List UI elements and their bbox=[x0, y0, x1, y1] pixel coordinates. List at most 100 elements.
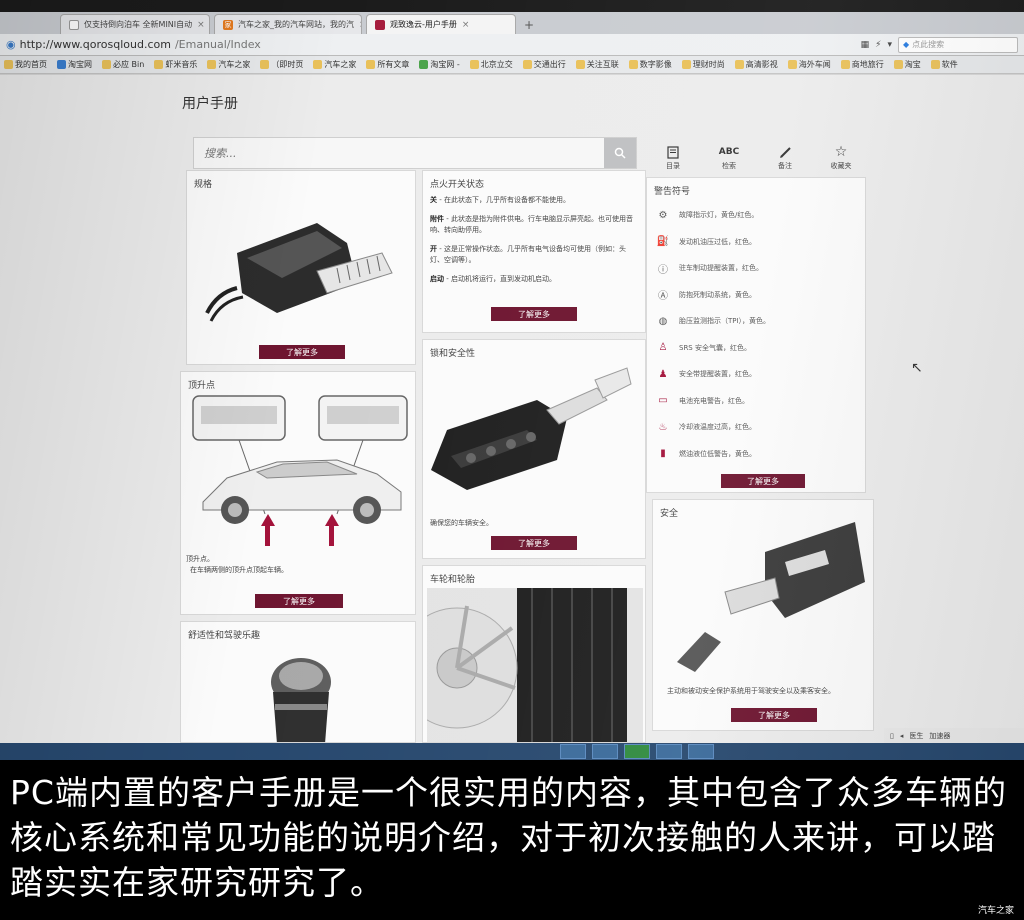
search-icon bbox=[614, 147, 626, 159]
bookmark-item[interactable]: 所有文章 bbox=[366, 59, 409, 70]
card-comfort[interactable]: 舒适性和驾驶乐趣 bbox=[180, 621, 416, 743]
taskbar-app-icon[interactable] bbox=[624, 744, 650, 759]
bookmark-item[interactable]: 虾米音乐 bbox=[154, 59, 197, 70]
bookmark-item[interactable]: 交通出行 bbox=[522, 59, 566, 70]
bookmark-item[interactable]: 必应 Bin bbox=[102, 59, 144, 70]
tab-label: 仅支持倒向泊车 全新MINI自动 bbox=[84, 20, 193, 29]
bookmark-item[interactable]: 海外车闻 bbox=[787, 59, 831, 70]
search-engine-icon: ◆ bbox=[903, 40, 910, 49]
card-safety[interactable]: 安全 主动和被动安全保护系统用于驾驶安全以及乘客安全。 了解更多 bbox=[652, 499, 874, 731]
card-jacking-points[interactable]: 顶升点 顶升点。 在车辆两侧的顶升点顶起车辆。 了解更多 bbox=[180, 371, 416, 615]
wheel-tire-illustration bbox=[427, 588, 643, 742]
learn-more-button[interactable]: 了解更多 bbox=[259, 345, 345, 359]
folder-icon bbox=[628, 60, 638, 69]
bookmark-item[interactable]: 淘宝 bbox=[893, 59, 921, 70]
warning-item[interactable]: Ⓐ 防抱死制动系统，黄色。 bbox=[655, 282, 855, 309]
search-input[interactable] bbox=[194, 138, 604, 168]
ignition-text: 关 - 在此状态下，几乎所有设备都不能使用。 附件 - 此状态是指为附件供电。行… bbox=[430, 195, 636, 285]
jack-point-arrow bbox=[325, 514, 339, 526]
bookmark-label: 汽车之家 bbox=[324, 60, 357, 69]
card-ignition[interactable]: 点火开关状态 关 - 在此状态下，几乎所有设备都不能使用。 附件 - 此状态是指… bbox=[422, 170, 646, 333]
warning-item[interactable]: ⓘ 驻车制动提醒装置，红色。 bbox=[655, 255, 855, 282]
tab-label: 观致逸云-用户手册 bbox=[390, 20, 457, 29]
lightning-icon[interactable]: ⚡ bbox=[875, 40, 881, 50]
warning-item[interactable]: ◍ 胎压监测指示（TPI），黄色。 bbox=[655, 308, 855, 335]
warning-item[interactable]: ♙ SRS 安全气囊，红色。 bbox=[655, 335, 855, 362]
qoros-icon bbox=[375, 19, 385, 30]
bookmark-item[interactable]: 关注互联 bbox=[575, 59, 619, 70]
status-doctor[interactable]: 医生 bbox=[909, 731, 923, 741]
url-host: http://www.qorosqloud.com bbox=[19, 38, 171, 51]
warning-text: 防抱死制动系统，黄色。 bbox=[679, 290, 756, 299]
tool-search[interactable]: ABC 检索 bbox=[711, 145, 747, 171]
search-button[interactable] bbox=[604, 138, 636, 168]
ignition-start-key: 启动 bbox=[430, 275, 444, 283]
bookmark-item[interactable]: 汽车之家 bbox=[313, 59, 356, 70]
browser-tab-bar: 仅支持倒向泊车 全新MINI自动 × 家 汽车之家_我的汽车网站，我的汽 × 观… bbox=[0, 12, 1024, 34]
bookmark-item[interactable]: 理财时尚 bbox=[681, 59, 725, 70]
address-bar[interactable]: ◉ http://www.qorosqloud.com/Emanual/Inde… bbox=[0, 34, 1024, 56]
bookmark-item[interactable]: 淘宝网 bbox=[57, 59, 92, 70]
new-tab-button[interactable]: + bbox=[524, 18, 534, 32]
close-icon[interactable]: × bbox=[359, 20, 361, 30]
bookmark-label: 高清影视 bbox=[745, 60, 778, 69]
warning-text: 发动机油压过低，红色。 bbox=[679, 237, 756, 246]
tab-autohome[interactable]: 家 汽车之家_我的汽车网站，我的汽 × bbox=[214, 14, 362, 34]
taskbar-app-icon[interactable] bbox=[592, 744, 618, 759]
tab-mini[interactable]: 仅支持倒向泊车 全新MINI自动 × bbox=[60, 14, 210, 34]
bookmark-item[interactable]: 淘宝网 - bbox=[419, 59, 460, 70]
learn-more-button[interactable]: 了解更多 bbox=[491, 536, 577, 550]
close-icon[interactable]: × bbox=[197, 20, 205, 30]
learn-more-button[interactable]: 了解更多 bbox=[255, 594, 343, 608]
manual-search-bar bbox=[193, 137, 637, 169]
browser-search-input[interactable]: ◆ 点此搜索 bbox=[898, 36, 1018, 53]
learn-more-button[interactable]: 了解更多 bbox=[491, 307, 577, 321]
warning-item[interactable]: ♟ 安全带提醒装置，红色。 bbox=[655, 361, 855, 388]
tool-favorites[interactable]: ☆ 收藏夹 bbox=[823, 144, 859, 171]
card-lock-security[interactable]: 锁和安全性 确保您的车辆安全。 了解更多 bbox=[422, 339, 646, 559]
taskbar-app-icon[interactable] bbox=[560, 744, 586, 759]
bookmark-item[interactable]: 高清影视 bbox=[734, 59, 778, 70]
chevron-down-icon[interactable]: ▾ bbox=[887, 40, 892, 50]
gear-knob-illustration bbox=[271, 658, 331, 742]
bookmark-item[interactable]: 汽车之家 bbox=[207, 59, 250, 70]
bookmark-item[interactable]: 商地旅行 bbox=[840, 59, 884, 70]
bookmark-label: 商地旅行 bbox=[851, 60, 884, 69]
battery-icon: ▭ bbox=[658, 395, 668, 407]
abs-icon: Ⓐ bbox=[658, 291, 668, 303]
card-warning-symbols[interactable]: 警告符号 ⚙ 故障指示灯，黄色/红色。 ⛽ 发动机油压过低，红色。 ⓘ 驻车制动提醒装置，… bbox=[646, 177, 866, 493]
folder-icon bbox=[681, 60, 691, 69]
bookmark-item[interactable]: 北京立交 bbox=[469, 59, 513, 70]
bookmark-item[interactable]: 我的首页 bbox=[4, 59, 47, 70]
bookmark-icon bbox=[366, 60, 376, 69]
ignition-off-text: - 在此状态下，几乎所有设备都不能使用。 bbox=[437, 196, 570, 204]
card-wheels-tires[interactable]: 车轮和轮胎 bbox=[422, 565, 646, 743]
taskbar-app-icon[interactable] bbox=[688, 744, 714, 759]
bookmark-item[interactable]: 软件 bbox=[930, 59, 958, 70]
warning-item[interactable]: ⛽ 发动机油压过低，红色。 bbox=[655, 229, 855, 256]
learn-more-button[interactable]: 了解更多 bbox=[731, 708, 817, 722]
warning-item[interactable]: ⚙ 故障指示灯，黄色/红色。 bbox=[655, 202, 855, 229]
taskbar-app-icon[interactable] bbox=[656, 744, 682, 759]
tab-qoros-manual[interactable]: 观致逸云-用户手册 × bbox=[366, 14, 516, 34]
manual-page: 用户手册 目录 ABC 检索 备注 bbox=[0, 75, 1024, 743]
learn-more-button[interactable]: 了解更多 bbox=[721, 474, 805, 488]
status-accelerator[interactable]: 加速器 bbox=[929, 731, 950, 741]
close-icon[interactable]: × bbox=[462, 20, 470, 30]
bookmark-item[interactable]: 数字影像 bbox=[628, 59, 672, 70]
warning-item[interactable]: ♨ 冷却液温度过高，红色。 bbox=[655, 414, 855, 441]
card-title: 顶升点 bbox=[188, 381, 216, 391]
warning-item[interactable]: ▮ 燃油液位低警告，黄色。 bbox=[655, 441, 855, 468]
jack-text-line: 顶升点。 bbox=[186, 555, 214, 563]
url-field[interactable]: ◉ http://www.qorosqloud.com/Emanual/Inde… bbox=[6, 38, 261, 51]
brake-icon: ⓘ bbox=[658, 264, 668, 276]
grid-icon[interactable]: ▦ bbox=[861, 40, 870, 50]
tool-toc[interactable]: 目录 bbox=[655, 145, 691, 171]
tool-notes[interactable]: 备注 bbox=[767, 145, 803, 171]
bookmark-icon bbox=[57, 60, 66, 69]
bookmark-item[interactable]: （即时页 bbox=[260, 59, 303, 70]
warning-item[interactable]: ▭ 电池充电警告，红色。 bbox=[655, 388, 855, 415]
bookmark-label: 淘宝网 - bbox=[430, 60, 460, 69]
speaker-icon: ◂ bbox=[899, 731, 904, 740]
card-spec[interactable]: 规格 了解更多 bbox=[186, 170, 416, 365]
